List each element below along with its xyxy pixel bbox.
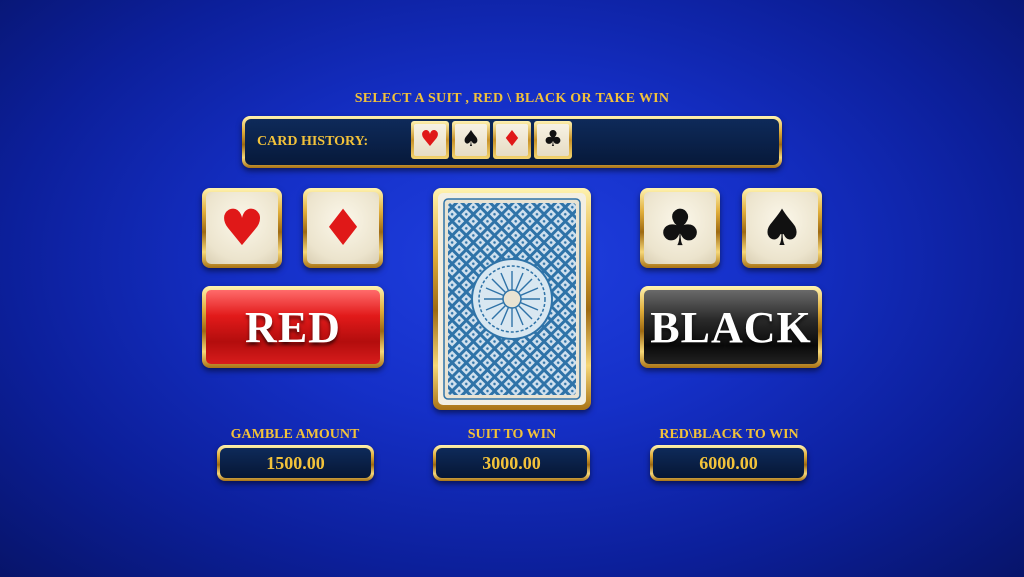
red-button[interactable]: RED — [202, 286, 384, 368]
history-card: ♠ — [452, 121, 490, 159]
red-black-to-win-value: 6000.00 — [653, 448, 804, 478]
spade-icon: ♠ — [455, 124, 487, 156]
card-history-label: CARD HISTORY: — [257, 134, 369, 149]
black-button[interactable]: BLACK — [640, 286, 822, 368]
club-icon: ♣ — [537, 124, 569, 156]
club-icon: ♣ — [644, 192, 716, 264]
diamond-icon: ♦ — [307, 192, 379, 264]
history-card: ♦ — [493, 121, 531, 159]
face-down-card — [433, 188, 591, 410]
spade-suit-button[interactable]: ♠ — [742, 188, 822, 268]
history-card: ♥ — [411, 121, 449, 159]
gamble-amount-label: GAMBLE AMOUNT — [230, 427, 360, 442]
suit-to-win-box: 3000.00 — [433, 445, 590, 481]
gamble-amount-value: 1500.00 — [220, 448, 371, 478]
spade-icon: ♠ — [746, 192, 818, 264]
history-card: ♣ — [534, 121, 572, 159]
diamond-icon: ♦ — [496, 124, 528, 156]
red-black-to-win-box: 6000.00 — [650, 445, 807, 481]
card-history-list: ♥ ♠ ♦ ♣ — [411, 121, 572, 159]
suit-to-win-value: 3000.00 — [436, 448, 587, 478]
card-back-pattern — [438, 193, 586, 405]
club-suit-button[interactable]: ♣ — [640, 188, 720, 268]
heart-suit-button[interactable]: ♥ — [202, 188, 282, 268]
card-history-bar: CARD HISTORY: ♥ ♠ ♦ ♣ — [242, 116, 782, 168]
diamond-suit-button[interactable]: ♦ — [303, 188, 383, 268]
gamble-amount-box: 1500.00 — [217, 445, 374, 481]
black-button-label: BLACK — [644, 290, 818, 364]
heart-icon: ♥ — [414, 124, 446, 156]
instruction-text: SELECT A SUIT , RED \ BLACK OR TAKE WIN — [354, 91, 670, 106]
card-back-pattern-icon — [443, 198, 581, 400]
red-button-label: RED — [206, 290, 380, 364]
red-black-to-win-label: RED\BLACK TO WIN — [659, 427, 799, 442]
suit-to-win-label: SUIT TO WIN — [467, 427, 557, 442]
heart-icon: ♥ — [206, 192, 278, 264]
